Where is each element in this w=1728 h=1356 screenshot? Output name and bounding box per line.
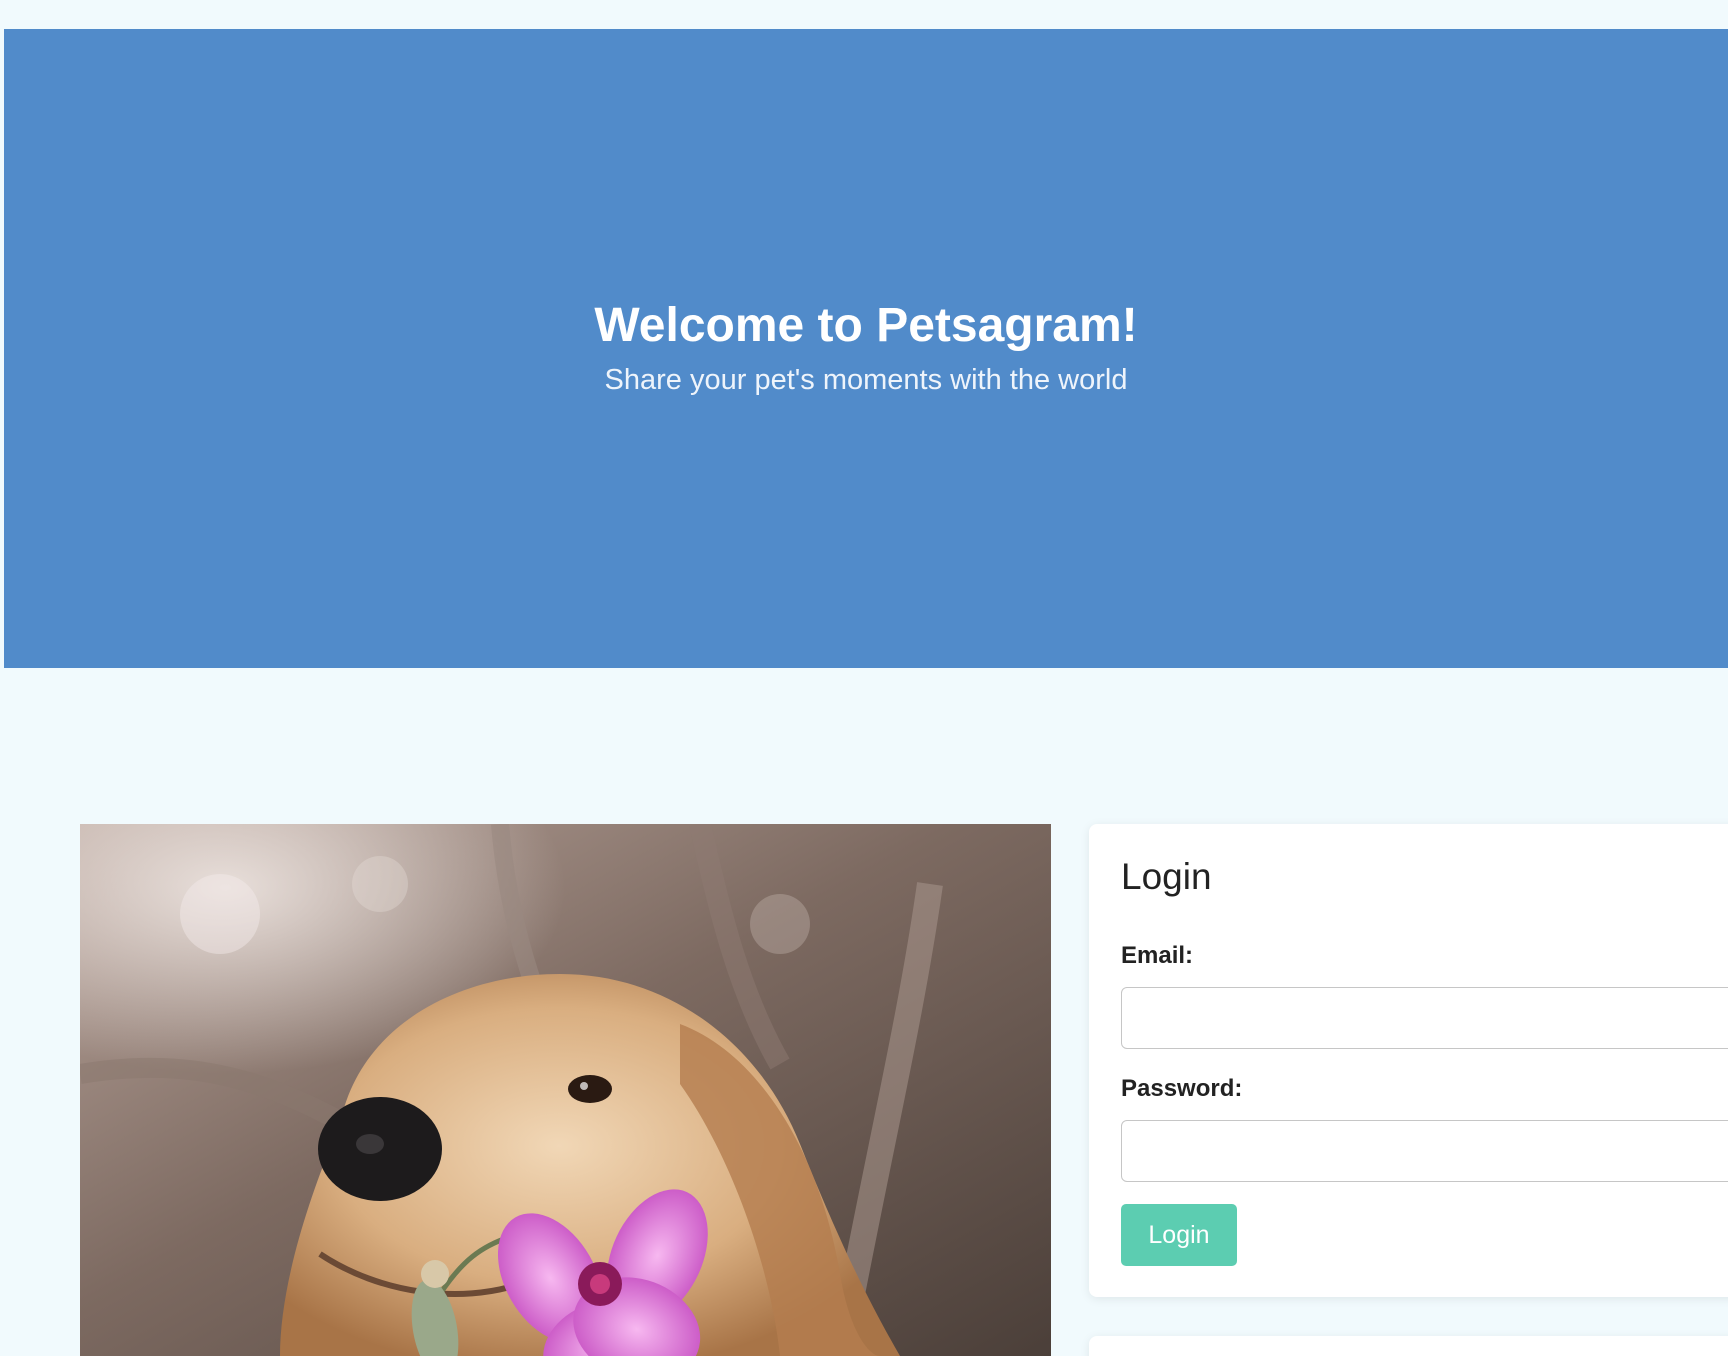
email-field[interactable] [1121,987,1728,1049]
dog-photo [80,824,1051,1356]
password-field[interactable] [1121,1120,1728,1182]
secondary-card [1089,1336,1728,1356]
page: Welcome to Petsagram! Share your pet's m… [0,0,1728,1356]
hero-banner: Welcome to Petsagram! Share your pet's m… [4,29,1728,668]
dog-with-flower-image [80,824,1051,1356]
login-title: Login [1121,856,1212,897]
hero-subtitle: Share your pet's moments with the world [604,363,1128,396]
login-card: Login Email: Password: Login [1089,824,1728,1297]
login-button[interactable]: Login [1121,1204,1237,1266]
hero-title: Welcome to Petsagram! [594,298,1138,352]
email-label: Email: [1121,942,1194,969]
password-label: Password: [1121,1075,1243,1102]
